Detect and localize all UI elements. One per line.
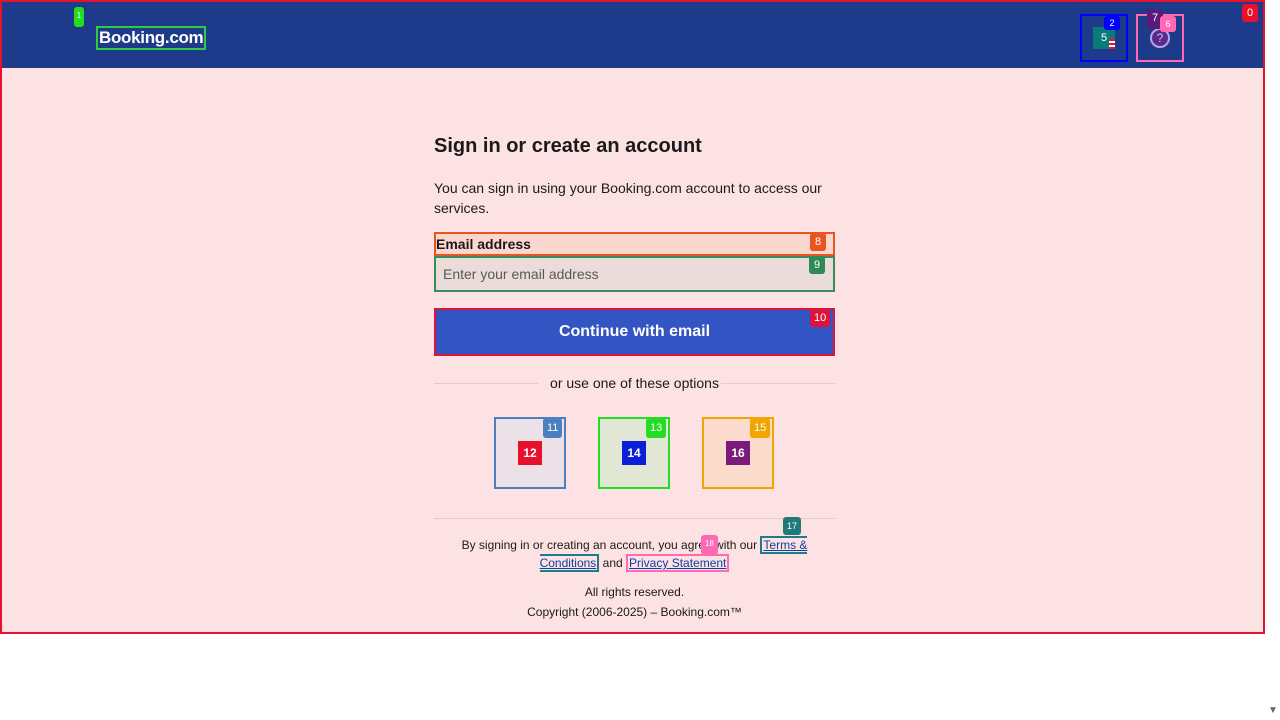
site-header: Booking.com 5 ? <box>2 2 1263 68</box>
flag-stripes <box>1109 39 1115 49</box>
facebook-icon: 16 <box>726 441 750 465</box>
page-container: Booking.com 5 ? Sign in or create an acc… <box>0 0 1265 634</box>
badge-8: 8 <box>810 233 826 251</box>
email-label: Email address <box>434 232 835 256</box>
badge-10: 10 <box>810 309 831 327</box>
continue-with-email-button[interactable]: Continue with email <box>434 308 835 356</box>
badge-17: 17 <box>783 517 802 535</box>
privacy-link[interactable]: Privacy Statement <box>626 554 730 572</box>
divider-line-right <box>721 383 835 384</box>
vertical-scrollbar[interactable] <box>1266 0 1280 720</box>
options-divider: or use one of these options <box>434 373 835 393</box>
page-subtitle: You can sign in using your Booking.com a… <box>434 180 822 216</box>
google-icon: 12 <box>518 441 542 465</box>
badge-15: 15 <box>750 418 771 438</box>
badge-9: 9 <box>809 256 825 274</box>
badge-18: 18 <box>701 535 718 555</box>
badge-0: 0 <box>1242 4 1258 22</box>
legal-and: and <box>602 556 623 570</box>
flag-label: 5 <box>1100 32 1108 44</box>
badge-2: 2 <box>1104 16 1120 30</box>
legal-text: By signing in or creating an account, yo… <box>434 536 835 572</box>
email-field[interactable] <box>434 256 835 292</box>
page-title: Sign in or create an account <box>434 135 702 157</box>
badge-13: 13 <box>646 418 667 438</box>
badge-11: 11 <box>543 418 563 438</box>
rights-text: All rights reserved. <box>584 585 685 599</box>
badge-1: 1 <box>74 7 84 27</box>
badge-6: 6 <box>1160 16 1176 32</box>
scroll-down-icon[interactable]: ▼ <box>1267 704 1279 718</box>
flag-icon: 5 <box>1093 27 1115 49</box>
booking-logo[interactable]: Booking.com <box>96 26 207 50</box>
apple-icon: 14 <box>622 441 646 465</box>
copyright-text: Copyright (2006-2025) – Booking.com™ <box>527 605 742 619</box>
footer-divider <box>434 518 835 519</box>
